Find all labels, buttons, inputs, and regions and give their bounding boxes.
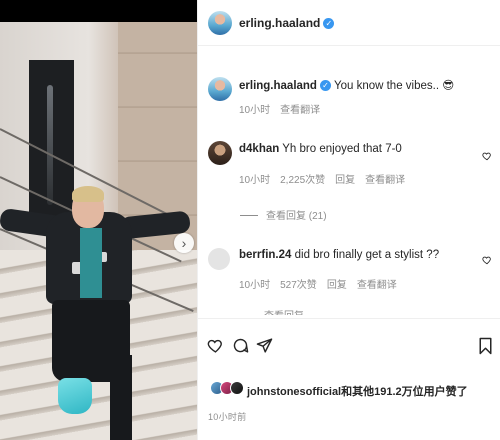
post-panel: erling.haaland ✓ erling.haaland ✓ You know… <box>197 0 500 440</box>
heart-icon[interactable] <box>482 151 492 161</box>
comment-likes[interactable]: 527次赞 <box>280 280 317 291</box>
action-bar <box>198 318 500 376</box>
author-username[interactable]: erling.haaland <box>239 16 320 30</box>
comment-text: Yh bro enjoyed that 7-0 <box>282 143 402 155</box>
comment-username[interactable]: d4khan <box>239 143 279 155</box>
view-replies-link[interactable]: 查看回复 (21) <box>240 207 327 222</box>
verified-badge-icon: ✓ <box>319 80 331 91</box>
post-timestamp: 10小时前 <box>208 412 247 422</box>
caption-translate-link[interactable]: 查看翻译 <box>280 105 320 116</box>
comment-icon[interactable] <box>232 337 249 354</box>
heart-icon[interactable] <box>482 255 492 265</box>
verified-badge-icon: ✓ <box>323 18 335 29</box>
bookmark-icon[interactable] <box>478 337 493 355</box>
post-header: erling.haaland ✓ <box>198 0 500 46</box>
caption-username[interactable]: erling.haaland <box>239 80 317 92</box>
caption-text: You know the vibes.. <box>333 80 440 92</box>
post-image[interactable]: › <box>0 0 197 440</box>
heart-icon[interactable] <box>207 337 224 354</box>
view-replies-link[interactable]: 查看回复 <box>264 307 304 315</box>
author-avatar[interactable] <box>208 11 232 35</box>
caption-time: 10小时 <box>239 105 271 116</box>
image-top-bar <box>0 0 197 22</box>
caption-avatar[interactable] <box>208 77 232 101</box>
reply-button[interactable]: 回复 <box>335 175 355 186</box>
reply-button[interactable]: 回复 <box>327 280 347 291</box>
commenter-avatar[interactable] <box>208 141 232 165</box>
likes-summary[interactable]: johnstonesofficial和其他191.2万位用户赞了 <box>210 381 500 399</box>
likes-text[interactable]: johnstonesofficial和其他191.2万位用户赞了 <box>247 383 468 399</box>
liker-avatar <box>230 381 244 395</box>
comment-text: did bro finally get a stylist ?? <box>294 249 440 261</box>
comment-likes[interactable]: 2,225次赞 <box>280 175 325 186</box>
share-icon[interactable] <box>256 337 273 354</box>
commenter-avatar[interactable] <box>208 248 230 270</box>
comment-username[interactable]: berrfin.24 <box>239 249 291 261</box>
sunglasses-emoji: 😎 <box>442 80 455 92</box>
comments-list: erling.haaland ✓ You know the vibes.. 😎 1… <box>198 47 500 315</box>
sneaker <box>58 378 92 414</box>
translate-link[interactable]: 查看翻译 <box>365 175 405 186</box>
comment-time: 10小时 <box>239 175 271 186</box>
chevron-right-icon[interactable]: › <box>174 233 194 253</box>
translate-link[interactable]: 查看翻译 <box>357 280 397 291</box>
comment-time: 10小时 <box>239 280 271 291</box>
